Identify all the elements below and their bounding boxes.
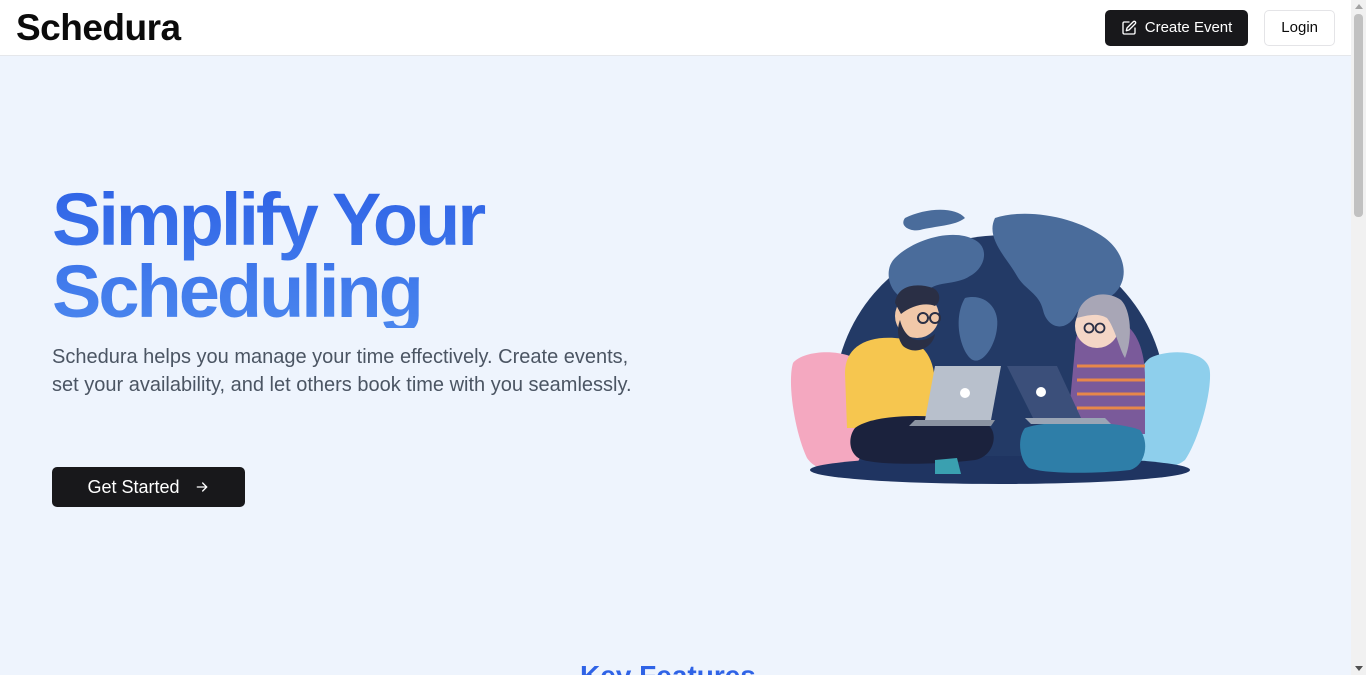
header-actions: Create Event Login [1104, 9, 1335, 46]
logo[interactable]: Schedura [16, 7, 181, 49]
login-button[interactable]: Login [1264, 9, 1335, 46]
get-started-label: Get Started [87, 476, 180, 497]
vertical-scrollbar[interactable] [1351, 0, 1366, 675]
key-features-heading: Key Features [580, 662, 756, 675]
scroll-up-icon[interactable] [1355, 4, 1363, 9]
scrollbar-thumb[interactable] [1354, 14, 1363, 217]
hero-illustration [790, 209, 1211, 484]
create-event-label: Create Event [1144, 19, 1233, 36]
hero-title-line1: Simplify Your [52, 178, 484, 261]
hero-title-line2: Scheduling [52, 250, 421, 333]
top-navbar: Schedura Create Event Login [0, 0, 1351, 56]
hero-description: Schedura helps you manage your time effe… [52, 346, 632, 396]
get-started-button[interactable]: Get Started [52, 467, 245, 507]
create-event-button[interactable]: Create Event [1104, 9, 1249, 46]
scroll-down-icon[interactable] [1355, 666, 1363, 671]
hero-title: Simplify Your Scheduling [52, 184, 612, 328]
pencil-square-icon [1122, 20, 1137, 35]
arrow-right-icon [196, 482, 207, 492]
